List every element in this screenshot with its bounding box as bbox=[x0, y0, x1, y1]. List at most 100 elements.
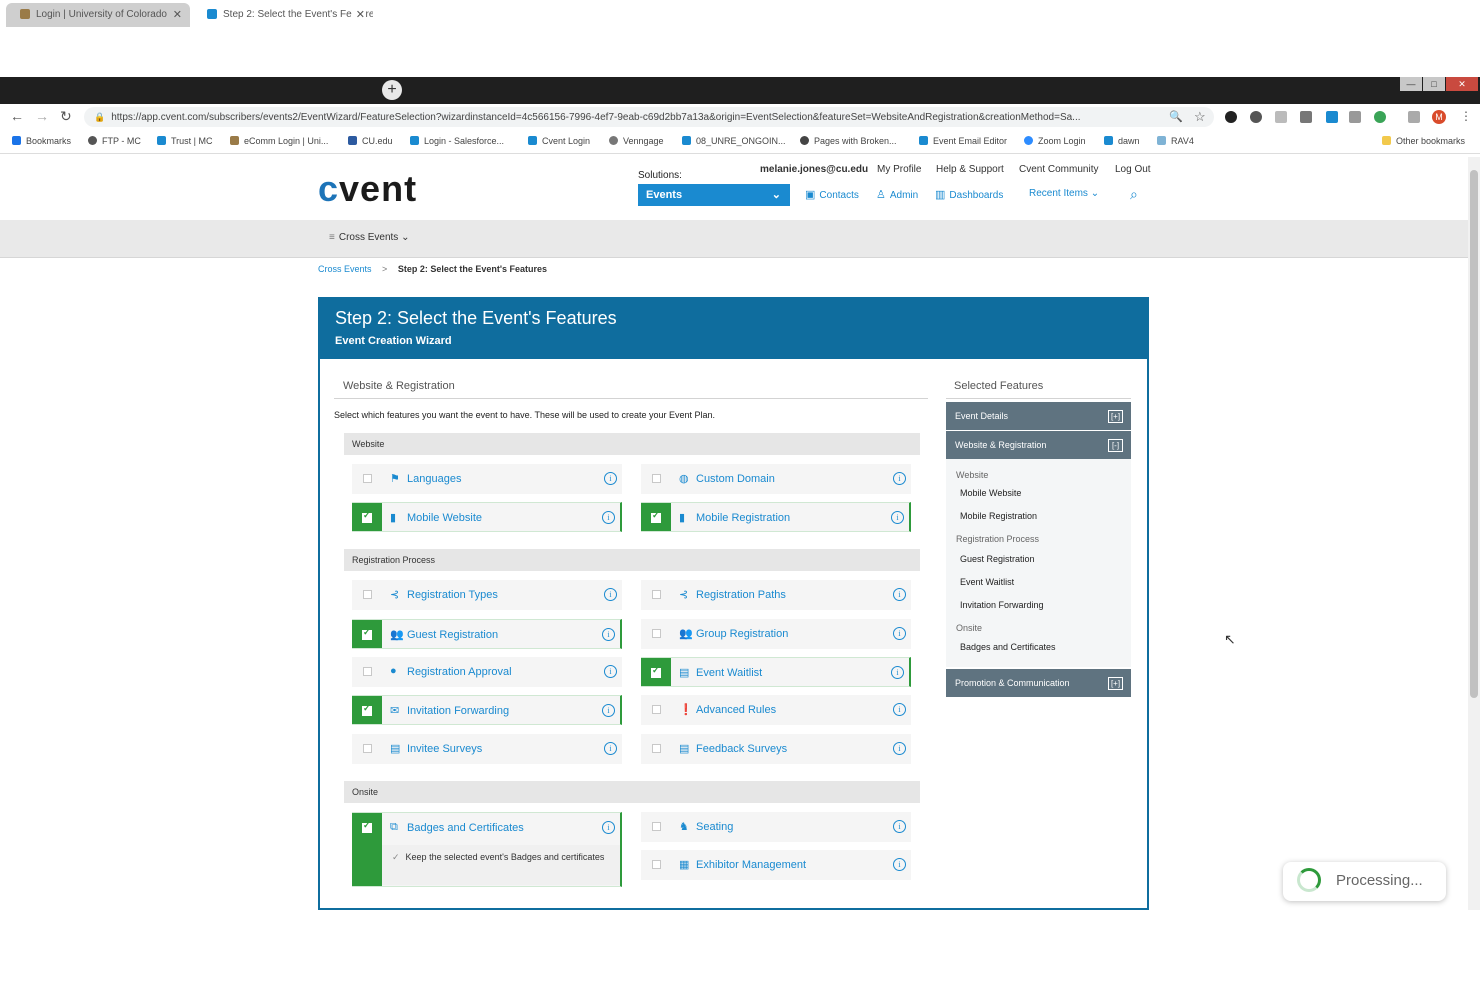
nav-dashboards[interactable]: ▥ Dashboards bbox=[935, 188, 1003, 201]
user-email[interactable]: melanie.jones@cu.edu bbox=[760, 164, 868, 175]
profile-avatar[interactable]: M bbox=[1432, 110, 1446, 124]
feature-mobile-website[interactable]: ▮ Mobile Website i bbox=[352, 502, 622, 532]
bookmark[interactable]: CU.edu bbox=[348, 136, 393, 146]
expand-icon[interactable]: [+] bbox=[1108, 410, 1123, 423]
info-icon[interactable]: i bbox=[893, 472, 906, 485]
info-icon[interactable]: i bbox=[891, 511, 904, 524]
maximize-button[interactable]: □ bbox=[1423, 77, 1445, 91]
feature-checkbox[interactable] bbox=[352, 580, 382, 610]
bookmark[interactable]: Zoom Login bbox=[1024, 136, 1086, 146]
feature-checkbox[interactable] bbox=[641, 503, 671, 531]
feature-exhibitor-management[interactable]: ▦ Exhibitor Management i bbox=[641, 850, 911, 880]
cross-events-menu[interactable]: ≡ Cross Events ⌄ bbox=[329, 232, 409, 243]
nav-recent-items[interactable]: Recent Items ⌄ bbox=[1029, 188, 1099, 199]
info-icon[interactable]: i bbox=[602, 511, 615, 524]
info-icon[interactable]: i bbox=[602, 821, 615, 834]
bookmark-other[interactable]: Other bookmarks bbox=[1382, 136, 1465, 146]
feature-feedback-surveys[interactable]: ▤ Feedback Surveys i bbox=[641, 734, 911, 764]
bookmark[interactable]: Cvent Login bbox=[528, 136, 590, 146]
info-icon[interactable]: i bbox=[893, 627, 906, 640]
feature-guest-registration[interactable]: 👥 Guest Registration i bbox=[352, 619, 622, 649]
back-icon[interactable]: ← bbox=[10, 108, 24, 124]
feature-checkbox[interactable] bbox=[641, 812, 671, 842]
feature-checkbox[interactable] bbox=[641, 619, 671, 649]
breadcrumb-cross-events[interactable]: Cross Events bbox=[318, 264, 372, 274]
nav-admin[interactable]: ♙ Admin bbox=[876, 188, 918, 201]
extension-icon[interactable] bbox=[1300, 111, 1312, 123]
feature-checkbox[interactable] bbox=[641, 464, 671, 494]
info-icon[interactable]: i bbox=[604, 472, 617, 485]
sf-event-details[interactable]: Event Details [+] bbox=[946, 402, 1131, 430]
feature-checkbox[interactable] bbox=[352, 657, 382, 687]
bookmark[interactable]: 08_UNRE_ONGOIN... bbox=[682, 136, 786, 146]
collapse-icon[interactable]: [-] bbox=[1108, 439, 1123, 452]
extension-icon[interactable] bbox=[1250, 111, 1262, 123]
bookmark[interactable]: Login - Salesforce... bbox=[410, 136, 504, 146]
tab-login[interactable]: Login | University of Colorado ✕ bbox=[6, 3, 190, 27]
bookmark[interactable]: FTP - MC bbox=[88, 136, 141, 146]
new-tab-button[interactable]: + bbox=[382, 80, 402, 100]
extension-icon[interactable] bbox=[1326, 111, 1338, 123]
tab-step2[interactable]: Step 2: Select the Event's Feature ✕ bbox=[193, 3, 373, 27]
info-icon[interactable]: i bbox=[604, 588, 617, 601]
link-cvent-community[interactable]: Cvent Community bbox=[1019, 164, 1098, 175]
feature-registration-paths[interactable]: ⊰ Registration Paths i bbox=[641, 580, 911, 610]
feature-registration-types[interactable]: ⊰ Registration Types i bbox=[352, 580, 622, 610]
info-icon[interactable]: i bbox=[604, 665, 617, 678]
info-icon[interactable]: i bbox=[604, 742, 617, 755]
menu-icon[interactable]: ⋮ bbox=[1460, 109, 1472, 123]
feature-advanced-rules[interactable]: ❗ Advanced Rules i bbox=[641, 695, 911, 725]
feature-languages[interactable]: ⚑ Languages i bbox=[352, 464, 622, 494]
sf-promotion-communication[interactable]: Promotion & Communication [+] bbox=[946, 669, 1131, 697]
info-icon[interactable]: i bbox=[602, 628, 615, 641]
close-icon[interactable]: ✕ bbox=[173, 3, 182, 27]
feature-checkbox[interactable] bbox=[352, 620, 382, 648]
bookmark[interactable]: eComm Login | Uni... bbox=[230, 136, 328, 146]
feature-checkbox[interactable] bbox=[352, 464, 382, 494]
extension-icon[interactable] bbox=[1275, 111, 1287, 123]
feature-invitee-surveys[interactable]: ▤ Invitee Surveys i bbox=[352, 734, 622, 764]
feature-checkbox[interactable] bbox=[641, 695, 671, 725]
extension-icon[interactable] bbox=[1374, 111, 1386, 123]
url-field[interactable]: 🔒 https://app.cvent.com/subscribers/event… bbox=[84, 107, 1214, 127]
link-log-out[interactable]: Log Out bbox=[1115, 164, 1151, 175]
extension-icon[interactable] bbox=[1225, 111, 1237, 123]
keep-badges-option[interactable]: ✓ Keep the selected event's Badges and ce… bbox=[382, 845, 620, 885]
scrollbar-thumb[interactable] bbox=[1470, 170, 1478, 698]
feature-checkbox[interactable] bbox=[352, 813, 382, 886]
info-icon[interactable]: i bbox=[893, 742, 906, 755]
search-icon[interactable]: ⌕ bbox=[1130, 186, 1138, 203]
sf-website-registration[interactable]: Website & Registration [-] bbox=[946, 431, 1131, 459]
feature-event-waitlist[interactable]: ▤ Event Waitlist i bbox=[641, 657, 911, 687]
feature-checkbox[interactable] bbox=[641, 658, 671, 686]
info-icon[interactable]: i bbox=[891, 666, 904, 679]
bookmark[interactable]: Venngage bbox=[609, 136, 664, 146]
feature-checkbox[interactable] bbox=[641, 734, 671, 764]
feature-checkbox[interactable] bbox=[352, 696, 382, 724]
info-icon[interactable]: i bbox=[602, 704, 615, 717]
forward-icon[interactable]: → bbox=[35, 108, 49, 124]
info-icon[interactable]: i bbox=[893, 858, 906, 871]
solutions-select[interactable]: Events ⌄ bbox=[638, 184, 790, 206]
expand-icon[interactable]: [+] bbox=[1108, 677, 1123, 690]
feature-seating[interactable]: ♞ Seating i bbox=[641, 812, 911, 842]
info-icon[interactable]: i bbox=[893, 820, 906, 833]
info-icon[interactable]: i bbox=[893, 588, 906, 601]
feature-invitation-forwarding[interactable]: ✉ Invitation Forwarding i bbox=[352, 695, 622, 725]
feature-checkbox[interactable] bbox=[641, 580, 671, 610]
star-icon[interactable]: ☆ bbox=[1194, 109, 1206, 125]
bookmark[interactable]: Event Email Editor bbox=[919, 136, 1007, 146]
link-help-support[interactable]: Help & Support bbox=[936, 164, 1004, 175]
link-my-profile[interactable]: My Profile bbox=[877, 164, 921, 175]
feature-checkbox[interactable] bbox=[352, 503, 382, 531]
bookmark[interactable]: Trust | MC bbox=[157, 136, 213, 146]
close-icon[interactable]: ✕ bbox=[351, 3, 365, 27]
info-icon[interactable]: i bbox=[893, 703, 906, 716]
extension-icon[interactable] bbox=[1349, 111, 1361, 123]
cvent-logo[interactable]: cvent bbox=[318, 168, 417, 210]
minimize-button[interactable]: — bbox=[1400, 77, 1422, 91]
close-window-button[interactable]: ✕ bbox=[1446, 77, 1478, 91]
bookmark[interactable]: Pages with Broken... bbox=[800, 136, 897, 146]
feature-registration-approval[interactable]: ● Registration Approval i bbox=[352, 657, 622, 687]
zoom-icon[interactable]: 🔍 bbox=[1169, 110, 1183, 123]
